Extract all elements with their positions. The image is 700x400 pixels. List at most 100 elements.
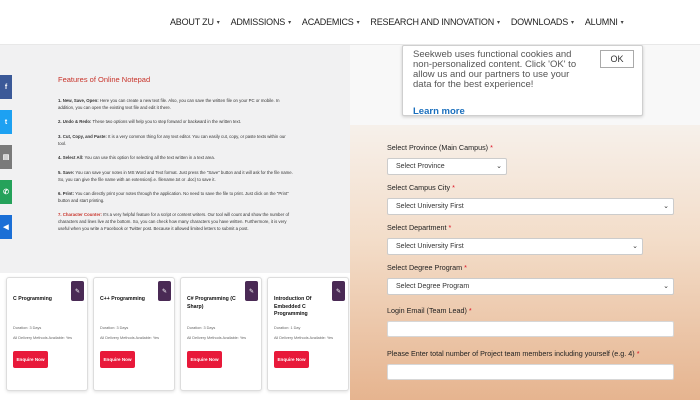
email-label-text: Login Email (Team Lead) — [387, 306, 467, 315]
nav-admissions-label: ADMISSIONS — [230, 17, 286, 27]
cookie-ok-button[interactable]: OK — [600, 50, 634, 68]
feature-item: 6. Print: You can directly print your no… — [58, 190, 294, 204]
province-select-value: Select Province — [396, 163, 445, 170]
chevron-down-icon: ▾ — [620, 19, 624, 26]
print-icon[interactable]: ▤ — [0, 145, 12, 169]
facebook-icon[interactable]: f — [0, 75, 12, 99]
nav-research[interactable]: RESEARCH AND INNOVATION ▾ — [370, 17, 500, 27]
enquire-now-button[interactable]: Enquire Now — [187, 351, 222, 368]
chevron-down-icon: ▾ — [497, 19, 500, 26]
members-field[interactable] — [387, 364, 674, 380]
nav-academics[interactable]: ACADEMICS ▾ — [302, 17, 360, 27]
top-navigation: ABOUT ZU ▾ ADMISSIONS ▾ ACADEMICS ▾ RESEARC… — [0, 0, 700, 45]
twitter-icon[interactable]: t — [0, 110, 12, 134]
feature-text: You can save your notes in MS Word and T… — [58, 169, 293, 182]
course-title: C Programming — [13, 296, 52, 302]
course-card[interactable]: ✎ C++ Programming Duration: 3 Days All D… — [93, 277, 175, 391]
city-label-text: Select Campus City — [387, 183, 451, 192]
course-duration: Duration: 3 Days — [13, 326, 42, 330]
course-duration: Duration: 3 Days — [100, 326, 129, 330]
feature-item: 4. Select All: You can use this option f… — [58, 154, 294, 161]
feature-lead: 3. Cut, Copy, and Paste: — [58, 133, 107, 139]
degree-select[interactable]: Select Degree Program ⌄ — [387, 278, 674, 295]
nav-alumni[interactable]: ALUMNI ▾ — [585, 17, 624, 27]
chevron-down-icon: ⌄ — [496, 163, 502, 170]
notepad-features-list: 1. New, Save, Open: Here you can create … — [58, 97, 294, 240]
chevron-down-icon: ⌄ — [663, 283, 669, 290]
course-title: C# Programming (C Sharp) — [187, 296, 236, 310]
province-label-text: Select Province (Main Campus) — [387, 143, 489, 152]
department-label: Select Department * — [387, 223, 451, 232]
required-mark: * — [636, 349, 640, 358]
feature-lead: 7. Character Counter: — [58, 212, 102, 218]
degree-label-text: Select Degree Program — [387, 263, 463, 272]
course-delivery: All Delivery Methods Available: Yes — [100, 336, 160, 340]
city-label: Select Campus City * — [387, 183, 455, 192]
whatsapp-icon[interactable]: ✆ — [0, 180, 12, 204]
course-duration: Duration: 3 Days — [187, 326, 216, 330]
nav-academics-label: ACADEMICS — [301, 17, 354, 27]
course-badge-icon: ✎ — [158, 281, 171, 301]
feature-lead: 4. Select All: — [58, 155, 84, 161]
course-badge-icon: ✎ — [245, 281, 258, 301]
social-share-bar: f t ▤ ✆ ◀ — [0, 75, 12, 250]
degree-label: Select Degree Program * — [387, 263, 467, 272]
right-panel: Seekweb uses functional cookies and non-… — [350, 45, 700, 400]
feature-lead: 5. Save: — [58, 169, 75, 175]
feature-item: 2. Undo & Redo: These two options will h… — [58, 118, 294, 125]
feature-lead: 2. Undo & Redo: — [58, 119, 92, 125]
course-card[interactable]: ✎ C Programming Duration: 3 Days All Del… — [6, 277, 88, 391]
email-label: Login Email (Team Lead) * — [387, 306, 472, 315]
chevron-down-icon: ⌄ — [663, 203, 669, 210]
course-badge-icon: ✎ — [332, 281, 345, 301]
course-delivery: All Delivery Methods Available: Yes — [274, 336, 334, 340]
department-select-value: Select University First — [396, 243, 464, 250]
required-mark: * — [468, 306, 472, 315]
city-select-value: Select University First — [396, 203, 464, 210]
course-card[interactable]: ✎ C# Programming (C Sharp) Duration: 3 D… — [180, 277, 262, 391]
feature-item: 7. Character Counter: It's a very helpfu… — [58, 211, 294, 232]
feature-text: These two options will help you to step … — [91, 119, 242, 125]
city-select[interactable]: Select University First ⌄ — [387, 198, 674, 215]
feature-lead: 1. New, Save, Open: — [58, 98, 99, 103]
chevron-down-icon: ▾ — [216, 19, 220, 26]
nav-about-label: ABOUT ZU — [170, 17, 214, 27]
chevron-down-icon: ⌄ — [632, 243, 638, 250]
feature-text: You can directly print your notes throug… — [58, 190, 289, 203]
required-mark: * — [448, 223, 452, 232]
department-label-text: Select Department — [387, 223, 447, 232]
course-title: Introduction Of Embedded C Programming — [274, 296, 312, 317]
cookie-banner: Seekweb uses functional cookies and non-… — [402, 45, 643, 117]
nav-about[interactable]: ABOUT ZU ▾ — [170, 17, 220, 27]
enquire-now-button[interactable]: Enquire Now — [13, 351, 48, 368]
notepad-features-title: Features of Online Notepad — [58, 75, 151, 84]
department-select[interactable]: Select University First ⌄ — [387, 238, 643, 255]
feature-lead: 6. Print: — [58, 190, 74, 196]
nav-admissions[interactable]: ADMISSIONS ▾ — [230, 17, 292, 27]
feature-text: You can use this option for selecting al… — [83, 155, 216, 161]
enquire-now-button[interactable]: Enquire Now — [100, 351, 135, 368]
learn-more-link[interactable]: Learn more — [413, 106, 465, 117]
degree-select-value: Select Degree Program — [396, 283, 470, 290]
province-select[interactable]: Select Province ⌄ — [387, 158, 507, 175]
share-icon[interactable]: ◀ — [0, 215, 12, 239]
course-badge-icon: ✎ — [71, 281, 84, 301]
feature-item: 1. New, Save, Open: Here you can create … — [58, 97, 294, 111]
nav-downloads-label: DOWNLOADS — [510, 17, 569, 27]
enquire-now-button[interactable]: Enquire Now — [274, 351, 309, 368]
notepad-features-section: Features of Online Notepad 1. New, Save,… — [0, 45, 350, 273]
members-label: Please Enter total number of Project tea… — [387, 349, 640, 358]
members-label-text: Please Enter total number of Project tea… — [387, 349, 635, 358]
required-mark: * — [490, 143, 493, 152]
course-delivery: All Delivery Methods Available: Yes — [187, 336, 247, 340]
chevron-down-icon: ▾ — [356, 19, 360, 26]
email-field[interactable] — [387, 321, 674, 337]
chevron-down-icon: ▾ — [288, 19, 291, 26]
cookie-text: Seekweb uses functional cookies and non-… — [413, 49, 577, 90]
chevron-down-icon: ▾ — [571, 19, 574, 26]
course-cards: ✎ C Programming Duration: 3 Days All Del… — [3, 277, 350, 400]
feature-item: 5. Save: You can save your notes in MS W… — [58, 169, 294, 183]
left-panel: Features of Online Notepad 1. New, Save,… — [0, 45, 350, 400]
nav-downloads[interactable]: DOWNLOADS ▾ — [511, 17, 574, 27]
course-card[interactable]: ✎ Introduction Of Embedded C Programming… — [267, 277, 349, 391]
